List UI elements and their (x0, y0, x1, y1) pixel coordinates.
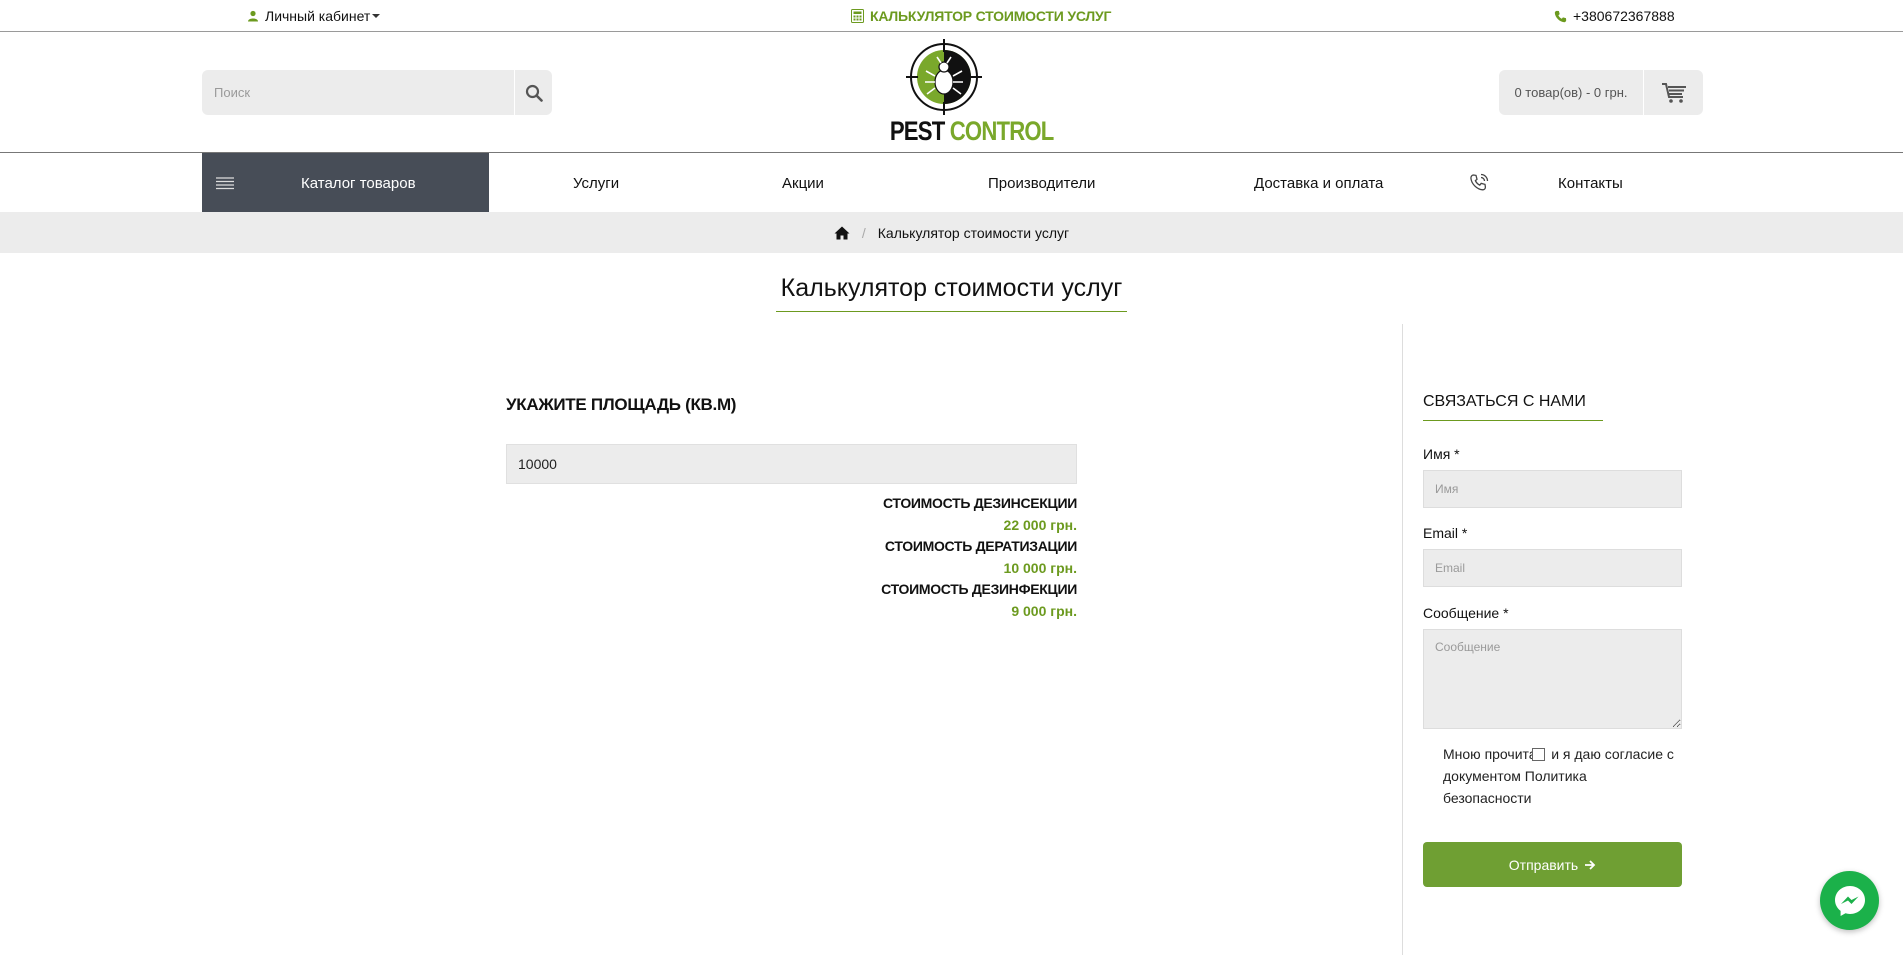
site-logo[interactable]: PEST CONTROL (876, 38, 1054, 147)
phone-link[interactable]: +380672367888 (1554, 7, 1675, 25)
result-label-deratization: СТОИМОСТЬ ДЕРАТИЗАЦИИ (884, 538, 1077, 554)
nav-item-manufacturers[interactable]: Производители (988, 153, 1095, 213)
name-label-text: Имя (1423, 446, 1451, 462)
page-title: Калькулятор стоимости услуг (776, 274, 1127, 312)
nav-item-contacts[interactable]: Контакты (1558, 153, 1623, 213)
account-menu[interactable]: Личный кабинет (247, 7, 381, 25)
consent-block: Мною прочитан и я даю согласие с докумен… (1443, 743, 1677, 809)
top-bar: Личный кабинет КАЛЬКУЛЯТОР СТОИМОСТИ УСЛ… (0, 0, 1903, 32)
result-label-disinsection: СТОИМОСТЬ ДЕЗИНСЕКЦИИ (882, 495, 1077, 511)
cart-button[interactable] (1643, 70, 1703, 115)
logo-word-control: CONTROL (949, 116, 1055, 146)
logo-word-pest: PEST (889, 116, 945, 146)
phone-icon (1554, 10, 1567, 22)
column-divider (1402, 324, 1403, 955)
calculator-icon (851, 9, 864, 23)
nav-item-services[interactable]: Услуги (573, 153, 619, 213)
messenger-icon (1834, 885, 1865, 916)
required-mark: * (1461, 525, 1468, 541)
breadcrumb-current: Калькулятор стоимости услуг (877, 224, 1070, 241)
result-value-disinfection: 9 000 грн. (1011, 603, 1077, 619)
email-field[interactable] (1423, 549, 1682, 587)
result-value-deratization: 10 000 грн. (1003, 560, 1077, 576)
area-heading: УКАЖИТЕ ПЛОЩАДЬ (КВ.М) (506, 395, 737, 414)
submit-label: Отправить (1508, 856, 1579, 873)
email-label: Email * (1423, 525, 1467, 541)
nav-item-promotions[interactable]: Акции (782, 153, 824, 213)
required-mark: * (1503, 605, 1509, 621)
user-icon (248, 10, 258, 22)
name-label: Имя * (1423, 446, 1460, 462)
result-label-disinfection: СТОИМОСТЬ ДЕЗИНФЕКЦИИ (881, 581, 1077, 597)
phone-number: +380672367888 (1573, 8, 1675, 24)
nav-phone-icon-link[interactable] (1469, 153, 1489, 213)
message-label: Сообщение * (1423, 605, 1509, 621)
bug-target-logo-icon (906, 39, 982, 115)
search-icon (525, 84, 543, 102)
consent-checkbox[interactable] (1532, 748, 1546, 761)
calculator-link[interactable]: КАЛЬКУЛЯТОР СТОИМОСТИ УСЛУГ (851, 7, 1111, 25)
email-label-text: Email (1423, 525, 1459, 541)
submit-button[interactable]: Отправить (1423, 842, 1682, 887)
required-mark: * (1454, 446, 1460, 462)
breadcrumb: / Калькулятор стоимости услуг (0, 212, 1903, 253)
search-input[interactable] (202, 70, 514, 115)
logo-wordmark: PEST CONTROL (889, 116, 1054, 147)
chevron-down-icon (372, 14, 381, 18)
nav-item-delivery[interactable]: Доставка и оплата (1254, 153, 1383, 213)
main-nav: Каталог товаров Услуги Акции Производите… (0, 152, 1903, 213)
home-icon[interactable] (834, 226, 850, 240)
cart-widget[interactable]: 0 товар(ов) - 0 грн. (1499, 70, 1703, 115)
search-box (202, 70, 552, 115)
arrow-right-icon (1585, 859, 1596, 870)
search-button[interactable] (514, 70, 552, 115)
consent-text-1: Мною прочитан (1443, 746, 1545, 762)
account-label: Личный кабинет (265, 8, 371, 24)
messenger-chat-button[interactable] (1820, 871, 1879, 930)
breadcrumb-separator: / (861, 224, 866, 241)
area-input[interactable] (506, 444, 1077, 484)
menu-icon (216, 177, 234, 190)
result-value-disinsection: 22 000 грн. (1003, 517, 1077, 533)
shopping-cart-icon (1661, 82, 1686, 103)
catalog-menu-button[interactable]: Каталог товаров (202, 153, 489, 213)
calculator-link-label: КАЛЬКУЛЯТОР СТОИМОСТИ УСЛУГ (870, 8, 1112, 24)
catalog-label: Каталог товаров (301, 174, 416, 192)
name-field[interactable] (1423, 470, 1682, 508)
cart-summary: 0 товар(ов) - 0 грн. (1514, 85, 1628, 100)
message-label-text: Сообщение (1423, 605, 1500, 621)
phone-ringing-icon (1470, 173, 1489, 191)
contact-form-title: СВЯЗАТЬСЯ С НАМИ (1423, 393, 1603, 421)
message-field[interactable] (1423, 629, 1682, 729)
